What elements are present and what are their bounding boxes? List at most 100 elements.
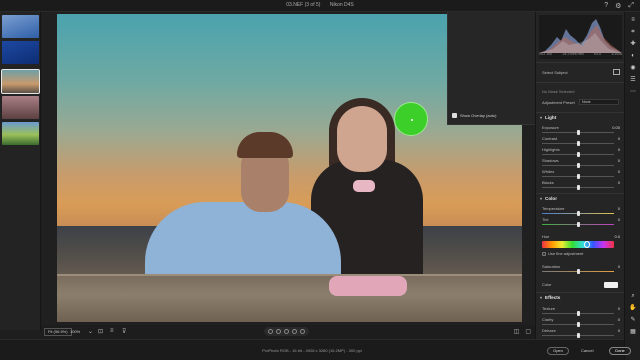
texture-slider[interactable] <box>542 311 614 316</box>
temperature-value[interactable]: 0 <box>618 206 620 211</box>
highlights-slider[interactable] <box>542 152 614 157</box>
effects-section-header[interactable]: ▾ Effects <box>540 295 560 300</box>
light-section-header[interactable]: ▾ Light <box>540 115 556 120</box>
camera-model: Nikon D4S <box>329 2 354 8</box>
shutter-value: 1/100s <box>611 52 622 56</box>
zoom-fit-button[interactable]: Fit (56.5%) <box>44 328 72 336</box>
color-swatch[interactable] <box>604 282 618 288</box>
done-button[interactable]: Done <box>609 347 631 355</box>
shadows-knob[interactable] <box>577 163 580 168</box>
settings-icon[interactable]: ⚙ <box>615 2 621 10</box>
exposure-knob[interactable] <box>577 130 580 135</box>
contrast-knob[interactable] <box>577 141 580 146</box>
whites-slider[interactable] <box>542 174 614 179</box>
dehaze-slider[interactable] <box>542 333 614 338</box>
dehaze-value[interactable]: 0 <box>618 328 620 333</box>
divider <box>536 82 625 83</box>
help-icon[interactable]: ? <box>604 2 608 10</box>
fine-adjustment-row[interactable]: Use fine adjustment <box>542 251 620 256</box>
saturation-knob[interactable] <box>577 269 580 274</box>
zoom-icon[interactable]: ⌕ <box>629 292 637 300</box>
hue-knob[interactable] <box>584 241 590 248</box>
workflow-options-link[interactable]: ProPhoto RGB - 16 bit - 4928 x 3280 (16.… <box>0 348 624 353</box>
fit-view-icon[interactable]: ⊡ <box>98 328 103 335</box>
contrast-value[interactable]: 0 <box>618 136 620 141</box>
shadows-slider[interactable] <box>542 163 614 168</box>
fullscreen-icon[interactable]: ⤢ <box>628 2 634 10</box>
focal-value: 24-70/f/8 mm <box>562 52 584 56</box>
tint-slider[interactable] <box>542 222 614 227</box>
star-icon[interactable] <box>300 329 305 334</box>
list-icon[interactable]: ≡ <box>110 328 114 334</box>
temperature-knob[interactable] <box>577 211 580 216</box>
redeye-icon[interactable]: ◉ <box>629 64 637 72</box>
dehaze-label: Dehaze <box>542 328 556 333</box>
zoom-100-button[interactable]: 100% <box>70 329 80 334</box>
saturation-label: Saturation <box>542 264 561 269</box>
grid-icon[interactable]: ▦ <box>629 328 637 336</box>
dehaze-knob[interactable] <box>577 333 580 338</box>
zoom-fit-label: Fit (56.5%) <box>48 329 68 334</box>
blacks-value[interactable]: 0 <box>618 180 620 185</box>
mask-pin-handle[interactable] <box>394 102 428 136</box>
single-view-icon[interactable]: ▢ <box>525 328 531 335</box>
compare-view-icon[interactable]: ◫ <box>514 328 520 335</box>
saturation-value[interactable]: 0 <box>618 264 620 269</box>
mask-icon[interactable]: ◐ <box>629 52 637 60</box>
clarity-slider[interactable] <box>542 322 614 327</box>
texture-knob[interactable] <box>577 311 580 316</box>
highlights-value[interactable]: 0 <box>618 147 620 152</box>
show-overlay-option[interactable]: Show Overlay (auto) <box>452 113 496 118</box>
show-overlay-checkbox[interactable] <box>452 113 457 118</box>
camera-raw-window: 03.NEF (3 of 5) Nikon D4S ? ⚙ ⤢ Show Ove… <box>0 0 640 360</box>
color-section-header[interactable]: ▾ Color <box>540 196 557 201</box>
select-subject-icon[interactable] <box>613 69 620 75</box>
thumbnail-5[interactable] <box>2 122 39 145</box>
temperature-label: Temperature <box>542 206 565 211</box>
presets-icon[interactable]: ☰ <box>629 76 637 84</box>
hand-icon[interactable]: ✋ <box>629 304 637 312</box>
clarity-knob[interactable] <box>577 322 580 327</box>
thumbnail-1[interactable] <box>2 15 39 38</box>
shadows-value[interactable]: 0 <box>618 158 620 163</box>
temperature-slider[interactable] <box>542 211 614 216</box>
whites-knob[interactable] <box>577 174 580 179</box>
clarity-value[interactable]: 0 <box>618 317 620 322</box>
highlights-knob[interactable] <box>577 152 580 157</box>
thumbnail-2[interactable] <box>2 41 39 64</box>
adjustment-preset-dropdown[interactable]: None <box>579 99 619 105</box>
more-icon[interactable]: ⋯ <box>629 88 637 96</box>
whites-value[interactable]: 0 <box>618 169 620 174</box>
blacks-slider[interactable] <box>542 185 614 190</box>
tint-value[interactable]: 0 <box>618 217 620 222</box>
cancel-button[interactable]: Cancel <box>581 348 593 353</box>
exposure-value[interactable]: 0.00 <box>612 125 620 130</box>
open-button[interactable]: Open <box>547 347 569 355</box>
star-rating[interactable] <box>264 327 309 336</box>
clarity-row: Clarity 0 <box>542 317 620 322</box>
fine-adjustment-checkbox[interactable] <box>542 251 546 256</box>
sampler-icon[interactable]: ✎ <box>629 316 637 324</box>
exposure-slider[interactable] <box>542 130 614 135</box>
thumbnail-4[interactable] <box>2 96 39 119</box>
saturation-slider[interactable] <box>542 269 614 274</box>
star-icon[interactable] <box>276 329 281 334</box>
thumbnail-3[interactable] <box>1 69 40 94</box>
zoom-dropdown-icon[interactable]: ⌄ <box>88 328 93 335</box>
texture-value[interactable]: 0 <box>618 306 620 311</box>
effects-title: Effects <box>545 295 561 300</box>
healing-icon[interactable]: ✚ <box>629 40 637 48</box>
hue-value[interactable]: 0.0 <box>614 234 620 239</box>
crop-icon[interactable]: ⌗ <box>629 28 637 36</box>
edit-icon[interactable]: ≡ <box>629 16 637 24</box>
star-icon[interactable] <box>292 329 297 334</box>
tint-knob[interactable] <box>577 222 580 227</box>
blacks-knob[interactable] <box>577 185 580 190</box>
star-icon[interactable] <box>268 329 273 334</box>
star-icon[interactable] <box>284 329 289 334</box>
blacks-label: Blacks <box>542 180 554 185</box>
select-subject-row[interactable]: Select Subject <box>542 69 620 75</box>
contrast-slider[interactable] <box>542 141 614 146</box>
hue-slider[interactable] <box>542 241 614 248</box>
filter-icon[interactable]: ⊽ <box>122 328 126 335</box>
